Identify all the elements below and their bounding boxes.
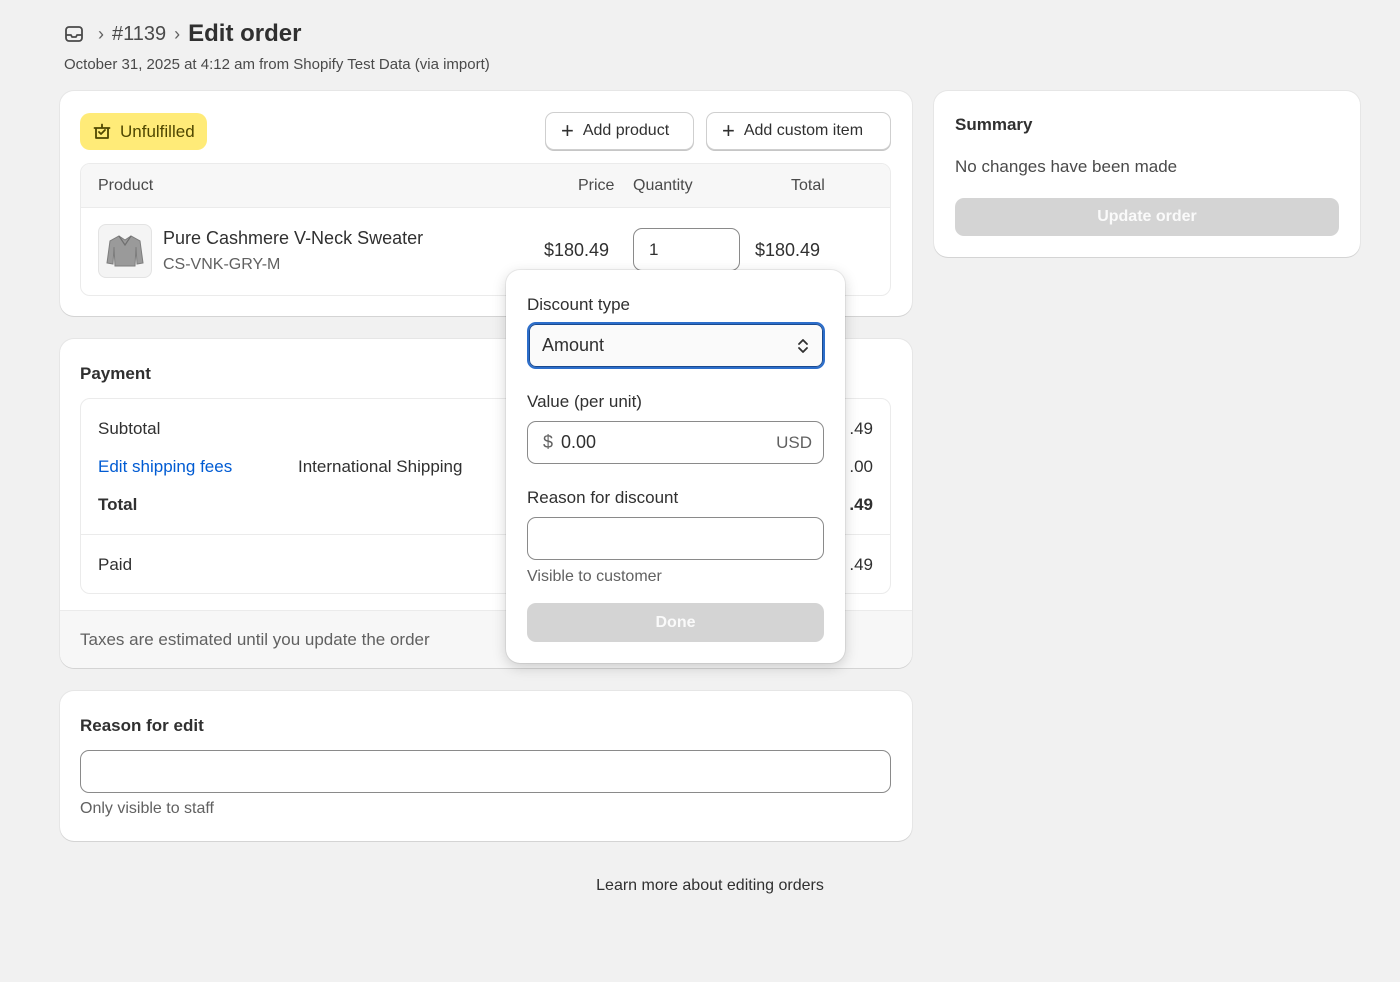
page-header: › #1139 › Edit order October 31, 2025 at… — [64, 18, 490, 73]
table-header: Product Price Quantity Total — [81, 164, 890, 208]
unfulfilled-badge: Unfulfilled — [80, 113, 207, 150]
paid-label: Paid — [98, 555, 133, 574]
payment-title: Payment — [80, 364, 151, 383]
discount-value-label: Value (per unit) — [527, 392, 642, 411]
product-thumbnail[interactable] — [98, 224, 152, 278]
select-chevrons-icon — [798, 338, 808, 353]
update-order-button[interactable]: Update order — [955, 198, 1339, 236]
tax-estimate-note: Taxes are estimated until you update the… — [80, 630, 430, 649]
discount-reason-input[interactable] — [527, 517, 824, 560]
column-header-quantity: Quantity — [633, 177, 693, 194]
line-total: $180.49 — [755, 240, 821, 260]
edit-order-page: › #1139 › Edit order October 31, 2025 at… — [0, 0, 1400, 982]
currency-suffix: USD — [776, 432, 812, 452]
total-amount: .49 — [849, 495, 873, 514]
paid-amount: .49 — [849, 555, 873, 574]
plus-icon: + — [722, 118, 735, 143]
discount-reason-label: Reason for discount — [527, 488, 679, 507]
shipping-amount: .00 — [849, 457, 873, 476]
summary-status-text: No changes have been made — [955, 157, 1178, 176]
fulfillment-box-icon — [93, 123, 111, 139]
breadcrumb: › #1139 › Edit order — [64, 18, 490, 50]
discount-type-label: Discount type — [527, 295, 630, 314]
subtotal-amount: .49 — [849, 419, 873, 438]
page-title: Edit order — [188, 20, 302, 47]
breadcrumb-order-number[interactable]: #1139 — [112, 23, 166, 46]
summary-card: Summary No changes have been made Update… — [934, 91, 1360, 257]
reason-for-edit-help: Only visible to staff — [80, 800, 214, 817]
add-product-label: Add product — [582, 122, 670, 139]
reason-for-edit-input[interactable] — [80, 750, 891, 793]
discount-value: 0.00 — [561, 432, 597, 452]
subtotal-label: Subtotal — [98, 419, 161, 438]
discount-reason-help: Visible to customer — [527, 568, 662, 585]
product-sku: CS-VNK-GRY-M — [163, 256, 281, 273]
quantity-input[interactable] — [633, 228, 740, 271]
breadcrumb-separator: › — [98, 23, 104, 44]
order-date-source: October 31, 2025 at 4:12 am from Shopify… — [64, 56, 490, 73]
reason-for-edit-title: Reason for edit — [80, 716, 204, 735]
done-button[interactable]: Done — [527, 603, 824, 642]
product-name-link[interactable]: Pure Cashmere V-Neck Sweater — [163, 228, 423, 249]
shipping-method: International Shipping — [298, 457, 463, 476]
column-header-total: Total — [791, 177, 825, 194]
discount-type-value: Amount — [542, 335, 605, 355]
unfulfilled-badge-label: Unfulfilled — [120, 121, 195, 141]
orders-inbox-icon[interactable] — [64, 21, 90, 47]
column-header-price: Price — [578, 177, 615, 194]
product-price-button[interactable]: $180.49 — [544, 240, 609, 261]
discount-value-input[interactable]: $ 0.00 USD — [527, 421, 824, 464]
learn-more-link[interactable]: Learn more about editing orders — [0, 877, 1400, 895]
discount-type-select[interactable]: Amount — [527, 322, 825, 369]
add-product-button[interactable]: + Add product — [545, 112, 694, 150]
sweater-image-icon — [106, 235, 144, 267]
add-custom-item-button[interactable]: + Add custom item — [706, 112, 891, 150]
edit-shipping-fees-link[interactable]: Edit shipping fees — [98, 457, 232, 477]
currency-prefix: $ — [543, 432, 554, 452]
reason-for-edit-card: Reason for edit Only visible to staff — [60, 691, 912, 841]
total-label: Total — [98, 495, 138, 514]
discount-popover: Discount type Amount Value (per unit) $ … — [506, 270, 845, 663]
breadcrumb-separator: › — [174, 23, 181, 44]
summary-title: Summary — [955, 115, 1033, 134]
column-header-product: Product — [98, 177, 154, 194]
add-custom-item-label: Add custom item — [743, 122, 864, 139]
plus-icon: + — [561, 118, 574, 143]
